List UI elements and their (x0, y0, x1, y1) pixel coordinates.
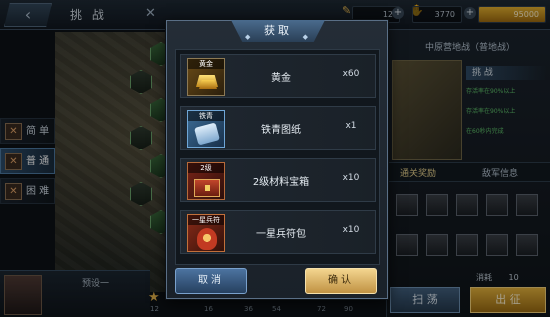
item-tag: 一星兵符 (188, 215, 224, 225)
blueprint-scroll-icon: 铁青 (187, 110, 225, 148)
ornament-icon: ◆ (245, 33, 254, 41)
treasure-chest-icon: 2级 (187, 162, 225, 200)
army-token-icon: 一星兵符 (187, 214, 225, 252)
acquire-dialog: ◆ 获取 ◆ 黄金 黄金 x60 铁青 铁青图纸 x1 2级 2级材料宝箱 x1… (166, 20, 388, 299)
list-item[interactable]: 铁青 铁青图纸 x1 (180, 106, 376, 150)
item-name: 铁青图纸 (261, 125, 301, 136)
ornament-icon: ◆ (302, 33, 311, 41)
item-name: 一星兵符包 (256, 229, 306, 240)
ingot-shape (199, 80, 217, 89)
item-tag: 铁青 (188, 111, 224, 121)
cancel-button[interactable]: 取消 (175, 268, 247, 294)
list-item[interactable]: 一星兵符 一星兵符包 x10 (180, 210, 376, 254)
gold-ingot-icon: 黄金 (187, 58, 225, 96)
chest-shape (194, 179, 220, 197)
item-quantity: x1 (345, 121, 357, 131)
token-shape (197, 228, 217, 250)
dialog-title: 获取 (264, 24, 292, 37)
scroll-shape (194, 122, 220, 146)
item-list[interactable]: 黄金 黄金 x60 铁青 铁青图纸 x1 2级 2级材料宝箱 x10 一星兵符 … (175, 49, 380, 265)
item-name: 黄金 (271, 73, 291, 84)
item-quantity: x60 (342, 69, 360, 79)
list-item[interactable]: 黄金 黄金 x60 (180, 54, 376, 98)
item-quantity: x10 (342, 225, 360, 235)
list-item[interactable]: 2级 2级材料宝箱 x10 (180, 158, 376, 202)
confirm-button[interactable]: 确认 (305, 268, 377, 294)
item-quantity: x10 (342, 173, 360, 183)
item-tag: 黄金 (188, 59, 224, 69)
item-tag: 2级 (188, 163, 224, 173)
dialog-title-banner: ◆ 获取 ◆ (231, 20, 325, 42)
item-name: 2级材料宝箱 (252, 177, 310, 188)
